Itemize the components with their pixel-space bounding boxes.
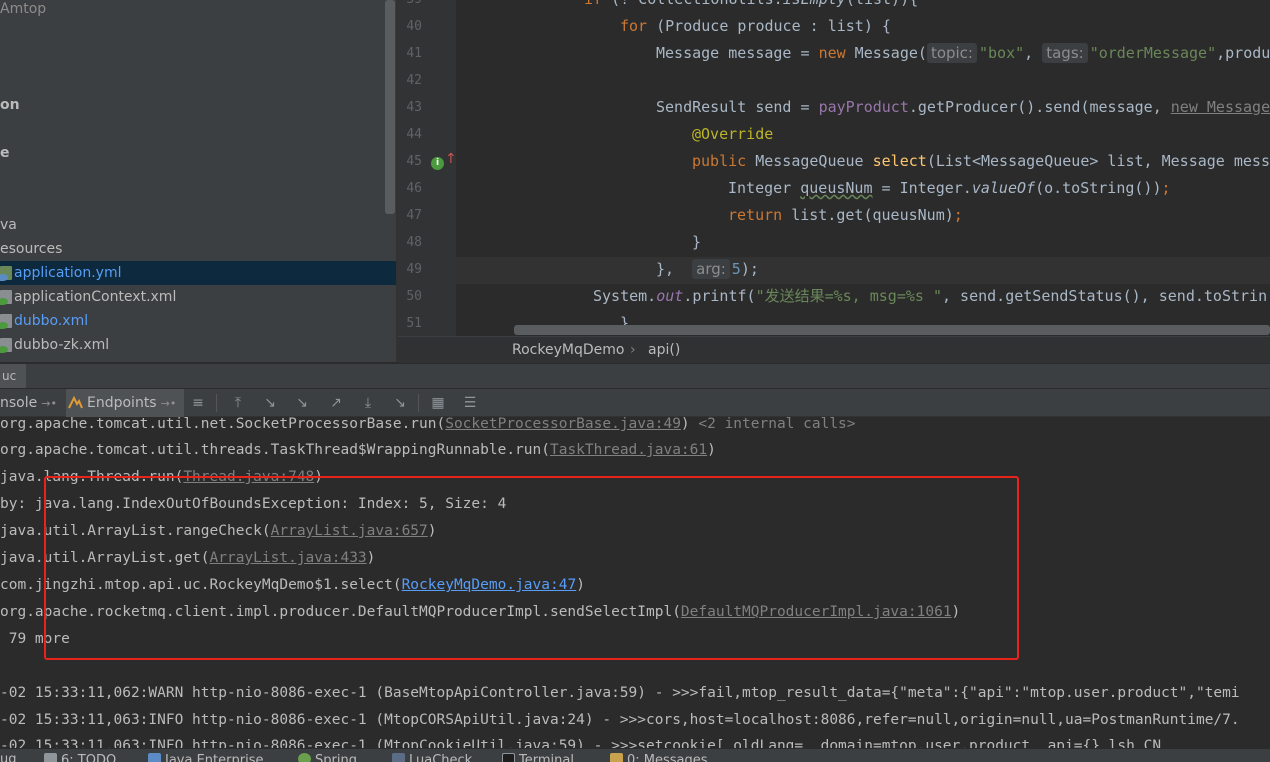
- drop-frame-icon[interactable]: ⤓: [360, 395, 376, 411]
- todo-icon: [44, 753, 57, 762]
- console-line: -02 15:33:11,063:INFO http-nio-8086-exec…: [0, 712, 1240, 728]
- java-enterprise-icon: [148, 753, 161, 762]
- breadcrumb-method[interactable]: api(): [648, 337, 680, 363]
- line-number: 50: [406, 289, 422, 304]
- toolbar-separator: [216, 394, 217, 412]
- implements-method-icon[interactable]: i: [431, 157, 444, 170]
- spring-leaf-icon: [298, 753, 311, 762]
- tab-endpoints[interactable]: Endpoints →•: [66, 389, 184, 417]
- luacheck-icon: [392, 753, 405, 762]
- stack-trace-link[interactable]: SocketProcessorBase.java:49: [445, 417, 681, 432]
- code-line-40: for (Produce produce : list) {: [620, 17, 891, 35]
- xml-file-icon: [0, 338, 12, 353]
- tree-item-label: e: [0, 145, 10, 161]
- code-line-44: @Override: [692, 125, 774, 143]
- code-line-48: }: [692, 233, 702, 251]
- editor-gutter: 39 40 41 42 43 44 45 46 47 48 49 50 51: [398, 0, 507, 336]
- tree-item-label: on: [0, 97, 20, 113]
- tool-tab-messages[interactable]: 0: Messages: [610, 753, 708, 762]
- line-number: 42: [406, 73, 422, 88]
- tree-item-application-yml[interactable]: application.yml: [0, 261, 396, 285]
- step-out-icon[interactable]: ↗: [328, 395, 344, 411]
- code-line-43: SendResult send = payProduct.getProducer…: [656, 98, 1270, 116]
- line-number: 40: [406, 19, 422, 34]
- pin-icon[interactable]: →•: [161, 397, 177, 410]
- tool-tab-todo[interactable]: 6: TODO: [44, 753, 116, 762]
- stack-trace-link[interactable]: TaskThread.java:61: [550, 442, 707, 458]
- tool-window-bar: ug 6: TODO Java Enterprise Spring LuaChe…: [0, 748, 1270, 762]
- terminal-icon: [502, 753, 515, 762]
- console-line: org.apache.tomcat.util.threads.TaskThrea…: [0, 442, 716, 458]
- console-toolbar: nsole →• Endpoints →• ≡ ⤒ ↘ ↘ ↗ ⤓ ↘ ▦ ☰: [0, 389, 1270, 417]
- line-number: 39: [398, 0, 422, 13]
- console-line: org.apache.tomcat.util.net.SocketProcess…: [0, 417, 856, 432]
- restore-layout-icon[interactable]: ≡: [190, 395, 206, 411]
- param-hint: topic:: [926, 43, 977, 63]
- run-config-tab[interactable]: uc: [0, 364, 26, 388]
- code-line-41: Message message = new Message(topic: "box…: [656, 43, 1270, 63]
- settings-list-icon[interactable]: ☰: [462, 395, 478, 411]
- tree-item-label: dubbo-zk.xml: [14, 337, 110, 353]
- tab-console[interactable]: nsole →•: [0, 389, 60, 417]
- tool-tab-spring[interactable]: Spring: [298, 753, 357, 762]
- messages-icon: [610, 753, 623, 762]
- breadcrumb: RockeyMqDemo › api(): [398, 336, 1270, 363]
- line-number: 45: [406, 154, 422, 169]
- tree-item-label: applicationContext.xml: [14, 289, 177, 305]
- code-line-46: Integer queusNum = Integer.valueOf(o.toS…: [728, 179, 1171, 197]
- tree-item-label: Amtop: [0, 1, 47, 17]
- param-hint: arg:: [692, 259, 730, 279]
- tool-tab-debug[interactable]: ug: [0, 753, 17, 762]
- code-line-45: public MessageQueue select(List<MessageQ…: [692, 152, 1270, 170]
- pin-icon[interactable]: →•: [41, 397, 57, 410]
- line-number: 51: [406, 316, 422, 331]
- editor-horizontal-scrollbar[interactable]: [514, 325, 1270, 335]
- xml-file-icon: [0, 314, 12, 329]
- console-line: -02 15:33:11,062:WARN http-nio-8086-exec…: [0, 685, 1240, 701]
- code-editor[interactable]: if (! CollectionUtils.isEmpty(list)){ fo…: [456, 0, 1270, 336]
- tree-item-label: application.yml: [14, 265, 122, 281]
- highlight-annotation-box: [44, 476, 1019, 660]
- code-line-50: System.out.printf("发送结果=%s, msg=%s ", se…: [593, 287, 1268, 305]
- tree-item-label: dubbo.xml: [14, 313, 89, 329]
- yml-file-icon: [0, 266, 12, 281]
- tree-scrollbar[interactable]: [385, 0, 395, 214]
- line-number: 48: [406, 235, 422, 250]
- chevron-right-icon: ›: [630, 342, 636, 358]
- current-line-highlight: [456, 257, 1270, 284]
- tab-endpoints-label: Endpoints: [87, 395, 157, 411]
- project-tree: Amtop on e va esources application.yml a…: [0, 0, 396, 362]
- tab-console-label: nsole: [0, 395, 38, 411]
- tool-tab-java-enterprise[interactable]: Java Enterprise: [148, 753, 263, 762]
- step-into-icon[interactable]: ↘: [294, 395, 310, 411]
- xml-file-icon: [0, 290, 12, 305]
- show-execution-point-icon[interactable]: ⤒: [230, 395, 246, 411]
- code-line-47: return list.get(queusNum);: [728, 206, 963, 224]
- param-hint: tags:: [1042, 43, 1088, 63]
- tool-tab-terminal[interactable]: Terminal: [502, 753, 574, 762]
- breadcrumb-class[interactable]: RockeyMqDemo: [512, 337, 624, 363]
- line-number: 49: [406, 262, 422, 277]
- toolbar-separator: [418, 394, 419, 412]
- code-line-39: if (! CollectionUtils.isEmpty(list)){: [584, 0, 918, 13]
- step-over-icon[interactable]: ↘: [262, 395, 278, 411]
- code-line-49: }, arg: 5);: [656, 259, 759, 279]
- line-number: 47: [406, 208, 422, 223]
- tree-item-label: esources: [0, 241, 63, 257]
- tree-item-label: va: [0, 217, 17, 233]
- line-number: 46: [406, 181, 422, 196]
- tool-tab-luacheck[interactable]: LuaCheck: [392, 753, 472, 762]
- line-number: 44: [406, 127, 422, 142]
- run-tab-strip: uc: [0, 363, 1270, 389]
- run-to-cursor-icon[interactable]: ↘: [392, 395, 408, 411]
- evaluate-expression-icon[interactable]: ▦: [430, 395, 446, 411]
- override-arrow-icon[interactable]: ↑: [445, 151, 457, 167]
- endpoints-icon: [68, 395, 83, 409]
- line-number: 43: [406, 100, 422, 115]
- line-number: 41: [406, 46, 422, 61]
